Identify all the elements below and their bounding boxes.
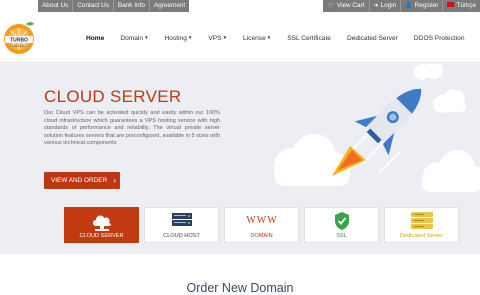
nav-item-ssl-certificate[interactable]: SSL Certificate xyxy=(287,35,331,42)
view-and-order-button[interactable]: VIEW AND ORDER › xyxy=(44,172,120,189)
logo-tagline-text: Digital Solutions xyxy=(10,45,28,48)
cart-icon: 🛒 xyxy=(327,3,335,9)
logo-brand-text: TURBO xyxy=(10,38,28,44)
register-label: Register xyxy=(414,2,439,9)
tile-ssl[interactable]: SSL xyxy=(304,207,379,243)
tile-cloud-host-label: CLOUD HOST xyxy=(163,233,200,239)
www-glyph: WWW xyxy=(246,215,277,226)
nav-menu: Home Domain▼ Hosting▼ VPS▼ License▼ SSL … xyxy=(86,13,480,63)
register-link[interactable]: 👤 Register xyxy=(401,0,444,12)
chevron-down-icon: ▼ xyxy=(187,34,193,40)
nav-domain-label: Domain xyxy=(120,34,144,42)
user-plus-icon: 👤 xyxy=(405,3,413,9)
about-us-link[interactable]: About Us xyxy=(38,0,74,12)
nav-item-vps[interactable]: VPS▼ xyxy=(208,35,227,42)
tile-cloud-server[interactable]: CLOUD SERVER xyxy=(64,207,139,243)
turbo-logo[interactable]: TURBO Digital Solutions xyxy=(2,19,36,59)
turkey-flag-icon xyxy=(447,1,455,7)
server-rack-icon xyxy=(171,213,192,226)
view-cart-label: View Cart xyxy=(336,2,365,9)
shield-check-icon xyxy=(334,212,349,230)
database-icon xyxy=(410,212,433,229)
bank-info-link[interactable]: Bank Info xyxy=(114,0,150,12)
hero-title: CLOUD SERVER xyxy=(44,87,182,106)
top-links: About Us Contact Us Bank Info Agreement xyxy=(38,0,190,12)
login-label: Login xyxy=(380,2,397,9)
nav-item-dedicated-server[interactable]: Dedicated Server xyxy=(347,35,398,42)
language-link[interactable]: Türkçe xyxy=(443,0,480,12)
service-tiles: CLOUD SERVER CLOUD HOST WWW DOMAIN SSL D… xyxy=(64,207,464,243)
nav-item-ddos-protection[interactable]: DDOS Protection xyxy=(414,35,465,42)
agreement-link[interactable]: Agreement xyxy=(150,0,189,12)
login-icon: ➜ xyxy=(373,3,379,9)
view-and-order-label: VIEW AND ORDER xyxy=(51,177,108,184)
nav-license-label: License xyxy=(243,34,266,42)
chevron-down-icon: ▼ xyxy=(144,34,149,40)
contact-us-link[interactable]: Contact Us xyxy=(73,0,114,12)
nav-hosting-label: Hosting xyxy=(164,34,187,42)
language-label: Türkçe xyxy=(456,2,476,9)
top-bar: About Us Contact Us Bank Info Agreement … xyxy=(0,0,480,13)
login-link[interactable]: ➜ Login xyxy=(370,0,402,12)
tile-domain-label: DOMAIN xyxy=(250,233,273,239)
nav-ddos-label: DDOS Protection xyxy=(413,34,465,42)
nav-vps-label: VPS xyxy=(208,34,222,42)
cloud-server-icon xyxy=(92,215,111,231)
tile-cloud-host[interactable]: CLOUD HOST xyxy=(144,207,219,243)
nav-dedicated-label: Dedicated Server xyxy=(346,34,398,42)
tile-dedicated-server[interactable]: Dedicated Server xyxy=(384,207,459,243)
nav-item-license[interactable]: License▼ xyxy=(243,35,271,42)
hero-description: Our Cloud VPS can be activated quickly a… xyxy=(44,110,220,147)
view-cart-link[interactable]: 🛒 View Cart xyxy=(323,0,370,12)
order-domain-title: Order New Domain xyxy=(186,281,294,295)
tile-cloud-server-label: CLOUD SERVER xyxy=(79,233,124,239)
nav-item-domain[interactable]: Domain▼ xyxy=(120,35,148,42)
order-domain-section: Order New Domain xyxy=(0,254,480,295)
tile-dedicated-server-label: Dedicated Server xyxy=(399,233,444,239)
top-actions: 🛒 View Cart ➜ Login 👤 Register Türkçe xyxy=(323,0,480,12)
nav-item-home[interactable]: Home xyxy=(86,35,104,42)
nav-ssl-label: SSL Certificate xyxy=(287,34,331,42)
www-icon: WWW xyxy=(246,215,277,226)
rocket-illustration xyxy=(274,64,480,192)
chevron-right-icon: › xyxy=(113,176,116,185)
rocket-icon xyxy=(354,88,422,156)
chevron-down-icon: ▼ xyxy=(266,34,272,40)
tile-ssl-label: SSL xyxy=(336,233,347,239)
chevron-down-icon: ▼ xyxy=(222,34,228,40)
main-navbar: TURBO Digital Solutions Home Domain▼ Hos… xyxy=(0,13,480,63)
nav-item-hosting[interactable]: Hosting▼ xyxy=(165,35,193,42)
nav-home-label: Home xyxy=(86,34,105,42)
tile-domain[interactable]: WWW DOMAIN xyxy=(224,207,299,243)
